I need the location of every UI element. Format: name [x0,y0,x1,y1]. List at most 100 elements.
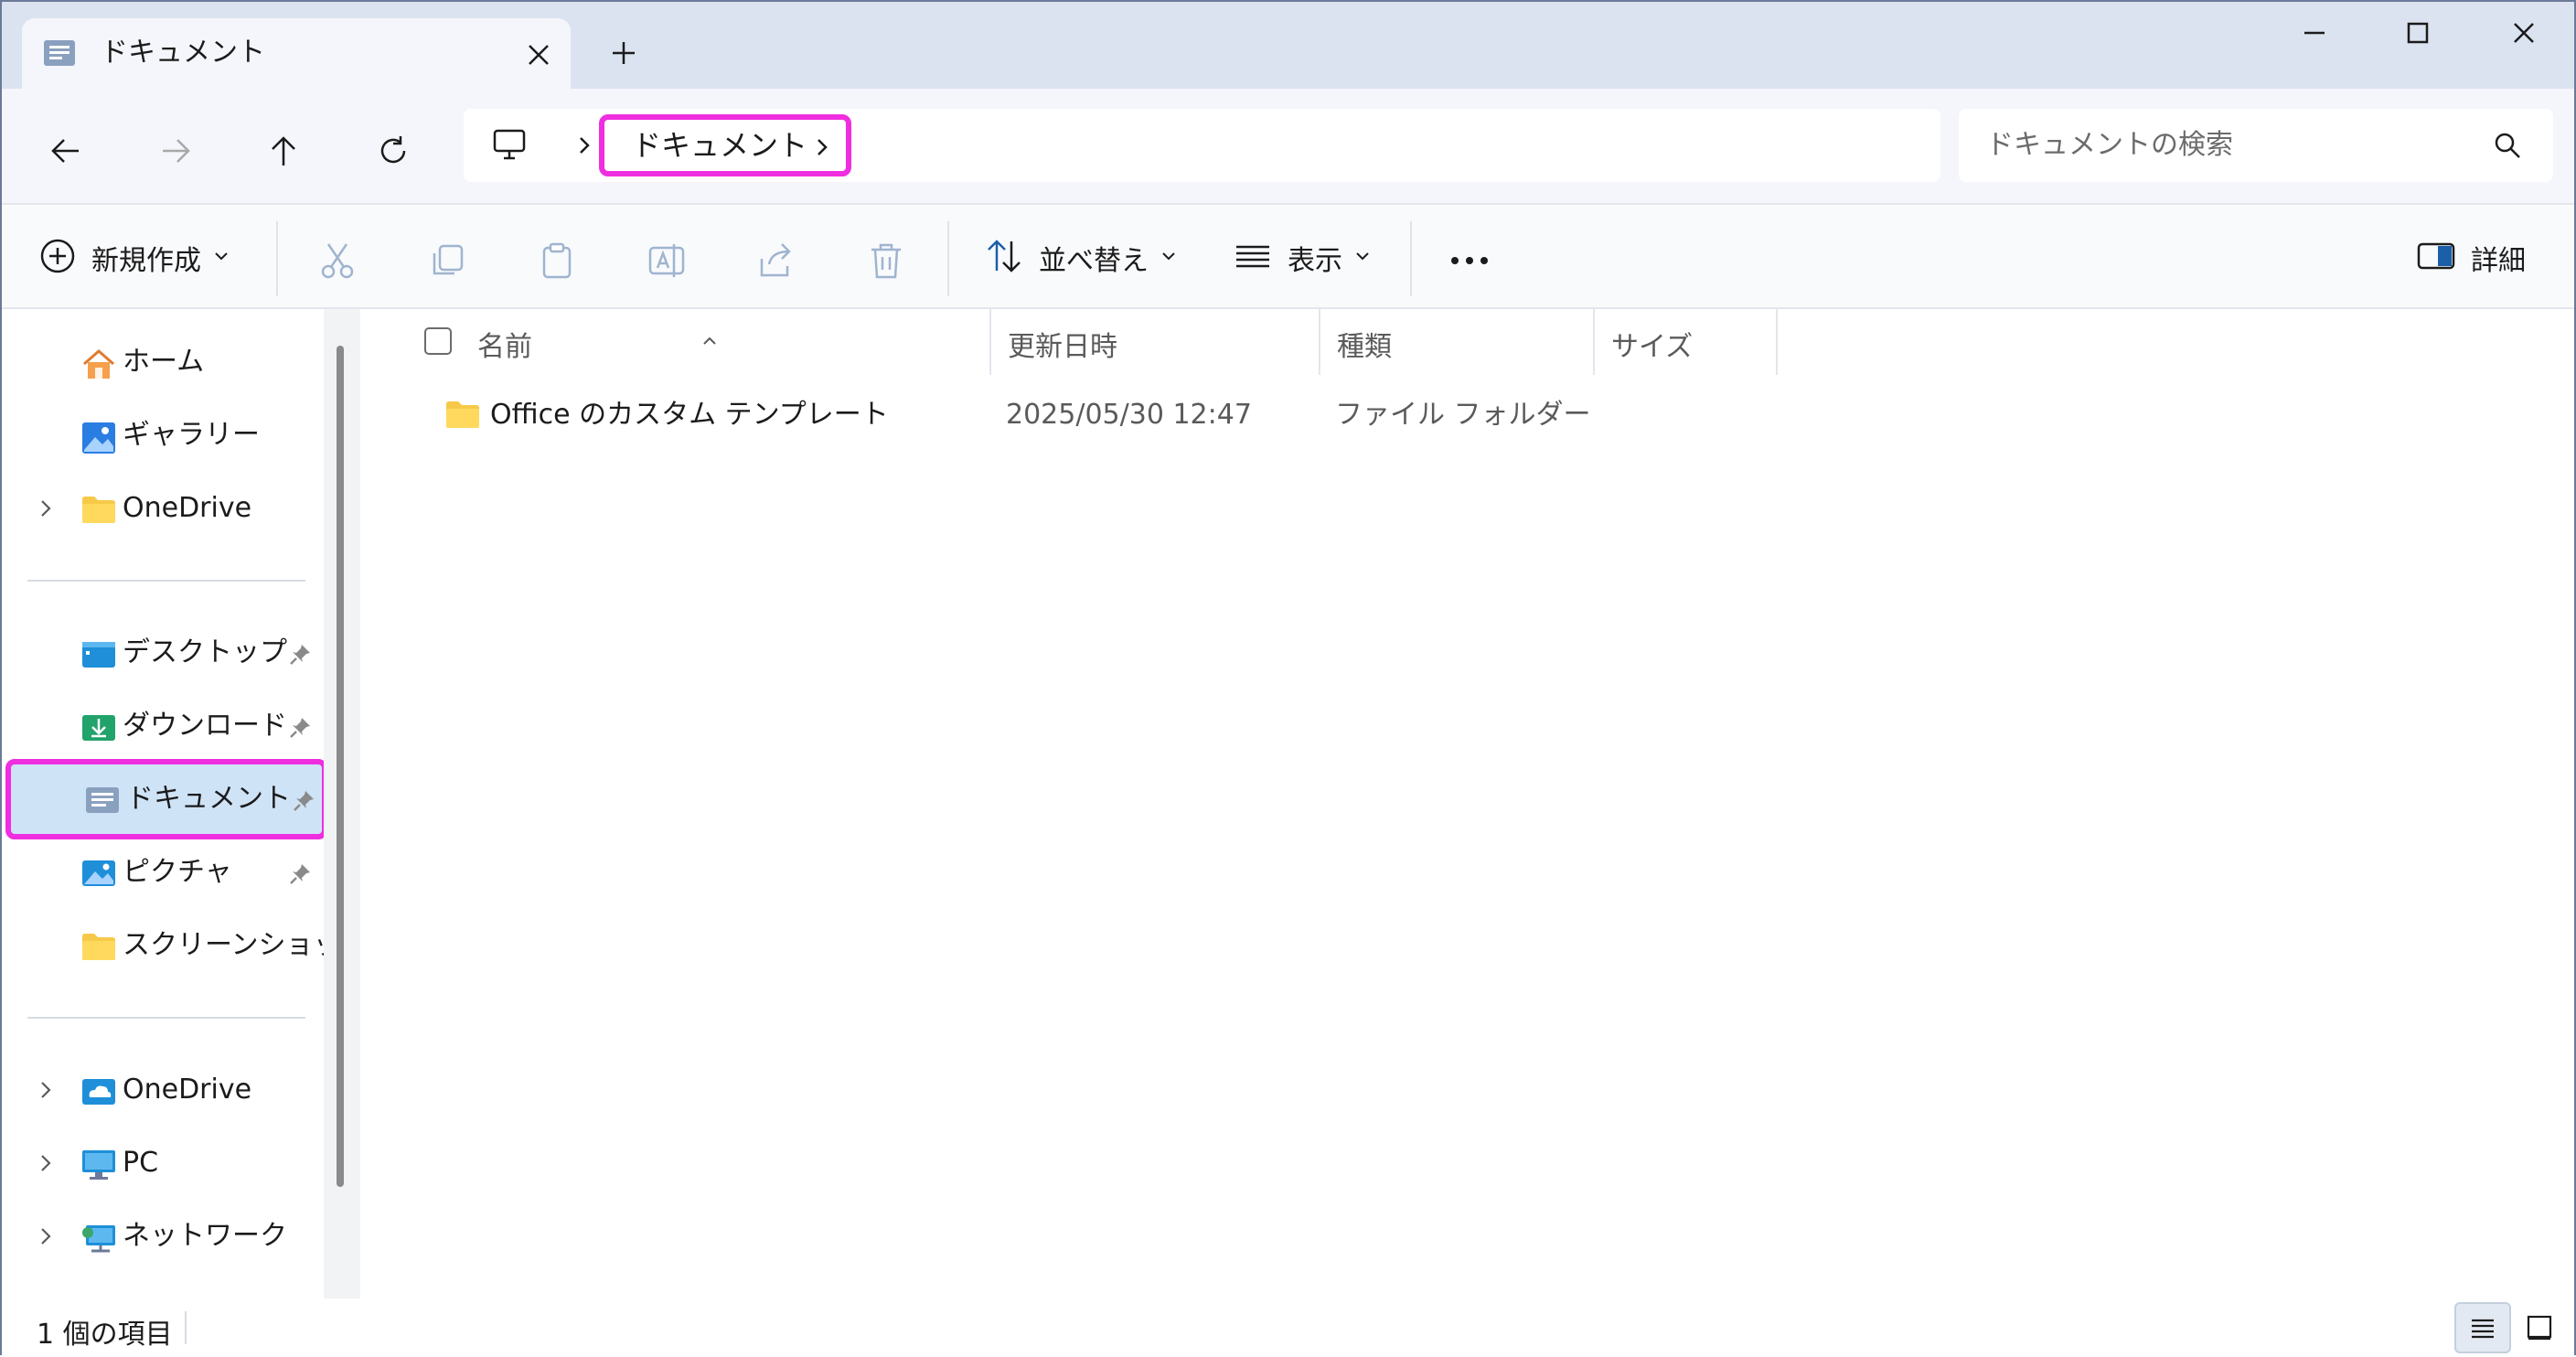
column-header-label: サイズ [1611,331,1694,363]
folder-icon [80,931,117,966]
sidebar-item-onedrive[interactable]: OneDrive [2,1057,331,1123]
details-view-icon[interactable] [2454,1302,2511,1353]
chevron-right-icon[interactable] [35,496,57,525]
close-tab-icon[interactable] [520,37,557,77]
column-header-label: 更新日時 [1008,331,1117,363]
new-button-label: 新規作成 [91,245,201,277]
file-explorer-window: ドキュメント ドキュメント ドキュメントの検索 新規作成 並べ替え 表示 詳細 … [0,0,2576,1357]
delete-icon[interactable] [863,238,909,283]
column-header-name[interactable]: 名前 [360,309,991,375]
sidebar-item-label: ピクチャ [123,856,232,888]
sidebar-item-screenshots[interactable]: スクリーンショット [2,913,369,978]
sidebar-item-label: PC [123,1147,159,1179]
breadcrumb-current[interactable]: ドキュメント [599,114,851,176]
new-tab-plus-icon[interactable] [605,35,642,75]
cut-icon[interactable] [315,238,360,283]
sidebar-item-home[interactable]: ホーム [2,329,331,395]
column-header-label: 名前 [477,331,532,363]
status-bar: 1 個の項目 [2,1298,2574,1357]
breadcrumb-chevron-icon[interactable] [572,133,597,162]
sidebar-item-gallery[interactable]: ギャラリー [2,402,331,468]
sidebar-item-desktop[interactable]: デスクトップ [2,620,331,686]
search-icon[interactable] [2491,129,2524,166]
breadcrumb-chevron-icon[interactable] [809,134,835,164]
this-pc-icon[interactable] [491,127,528,167]
toolbar-divider [276,221,278,296]
rename-icon[interactable] [644,238,689,283]
copy-icon[interactable] [424,238,470,283]
documents-folder-icon [42,37,79,73]
navigation-bar: ドキュメント [2,89,2574,203]
onedrive-cloud-icon [80,1075,117,1110]
search-input[interactable] [1984,122,2478,167]
sidebar-scrollbar-thumb[interactable] [337,346,344,1187]
new-button[interactable]: 新規作成 [38,232,230,283]
column-header-label: 種類 [1337,331,1392,363]
file-name[interactable]: Office のカスタム テンプレート [490,397,889,433]
file-type: ファイル フォルダー [1335,399,1591,431]
large-icons-view-icon[interactable] [2511,1302,2568,1353]
chevron-down-icon [1353,247,1372,269]
sidebar-item-label: ギャラリー [123,419,260,451]
address-bar[interactable]: ドキュメント [464,109,1940,182]
sort-button-label: 並べ替え [1039,245,1149,277]
up-arrow-icon[interactable] [258,125,309,176]
file-modified: 2025/05/30 12:47 [1006,399,1252,431]
more-options-icon[interactable] [1447,238,1492,283]
sidebar-item-pictures[interactable]: ピクチャ [2,839,331,905]
chevron-right-icon[interactable] [35,1223,57,1253]
desktop-folder-icon [80,638,117,673]
pin-icon[interactable] [287,715,313,744]
refresh-icon[interactable] [368,125,419,176]
sidebar-item-label: ホーム [123,346,205,378]
chevron-right-icon[interactable] [35,1077,57,1106]
sidebar-item-label: ドキュメント [126,783,291,815]
folder-icon [444,399,481,433]
column-header-size[interactable]: サイズ [1595,309,1778,375]
view-button[interactable]: 表示 [1233,232,1372,283]
sort-ascending-icon [699,324,721,356]
table-row[interactable]: Office のカスタム テンプレート 2025/05/30 12:47 ファイ… [360,382,1778,448]
sidebar-item-onedrive-folder[interactable]: OneDrive [2,475,331,541]
close-window-icon[interactable] [2496,18,2551,68]
toolbar-divider [1410,221,1412,296]
sidebar-item-pc[interactable]: PC [2,1130,331,1196]
chevron-right-icon[interactable] [35,1150,57,1180]
back-arrow-icon[interactable] [40,125,91,176]
view-button-label: 表示 [1288,245,1342,277]
column-header-type[interactable]: 種類 [1320,309,1595,375]
maximize-icon[interactable] [2390,18,2445,68]
sidebar-item-label: ネットワーク [123,1220,287,1252]
tab-label: ドキュメント [101,37,265,69]
details-label: 詳細 [2471,245,2526,277]
sidebar-item-label: デスクトップ [123,636,287,668]
pin-icon[interactable] [291,788,316,817]
sidebar-divider [27,580,305,582]
plus-circle-icon [38,237,77,279]
paste-icon[interactable] [534,238,580,283]
details-pane-button[interactable]: 詳細 [2416,232,2526,283]
search-box[interactable] [1959,109,2553,182]
breadcrumb-label: ドキュメント [632,128,808,163]
status-divider [185,1311,187,1344]
sidebar-item-downloads[interactable]: ダウンロード [2,693,331,759]
forward-arrow-icon[interactable] [150,125,201,176]
column-header-modified[interactable]: 更新日時 [991,309,1320,375]
toolbar-divider [947,221,949,296]
share-icon[interactable] [754,238,799,283]
sidebar-item-documents[interactable]: ドキュメント [5,759,327,839]
folder-icon [80,494,117,529]
tab-documents[interactable]: ドキュメント [22,18,571,89]
sidebar-item-network[interactable]: ネットワーク [2,1203,331,1269]
chevron-down-icon [1160,247,1178,269]
details-pane-icon [2416,236,2456,280]
view-list-icon [1233,236,1273,280]
pin-icon[interactable] [287,642,313,671]
sidebar-item-label: OneDrive [123,492,252,524]
gallery-icon [80,421,117,459]
minimize-icon[interactable] [2288,18,2343,68]
home-icon [80,347,117,384]
sort-button[interactable]: 並べ替え [984,232,1178,283]
sort-arrows-icon [984,236,1024,280]
pin-icon[interactable] [287,861,313,891]
